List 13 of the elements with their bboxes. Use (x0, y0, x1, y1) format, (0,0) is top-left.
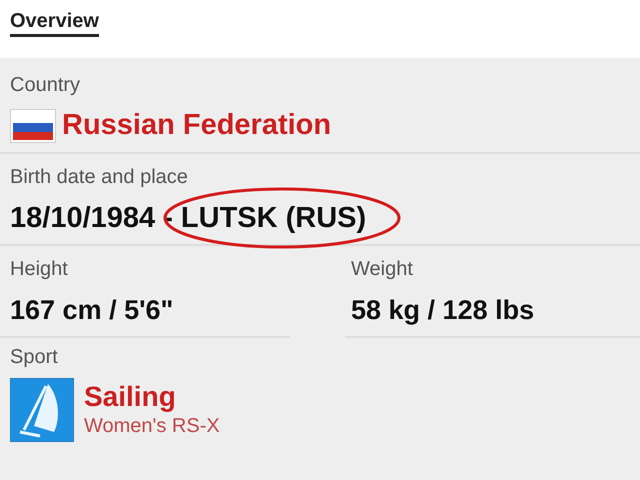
field-value: 58 kg / 128 lbs (351, 294, 536, 327)
overview-tab[interactable]: Overview (10, 8, 99, 37)
field-label: Country (10, 73, 82, 98)
field-label: Height (10, 257, 69, 282)
field-label: Birth date and place (10, 165, 189, 190)
event-name: Women's RS-X (84, 414, 220, 439)
field-label: Sport (10, 345, 59, 370)
sport-name: Sailing (84, 381, 177, 413)
field-label: Weight (351, 257, 414, 282)
sailboat-icon (10, 378, 74, 442)
flag-icon (10, 108, 56, 143)
country-name: Russian Federation (62, 108, 332, 143)
field-value: 167 cm / 5'6" (10, 294, 174, 327)
